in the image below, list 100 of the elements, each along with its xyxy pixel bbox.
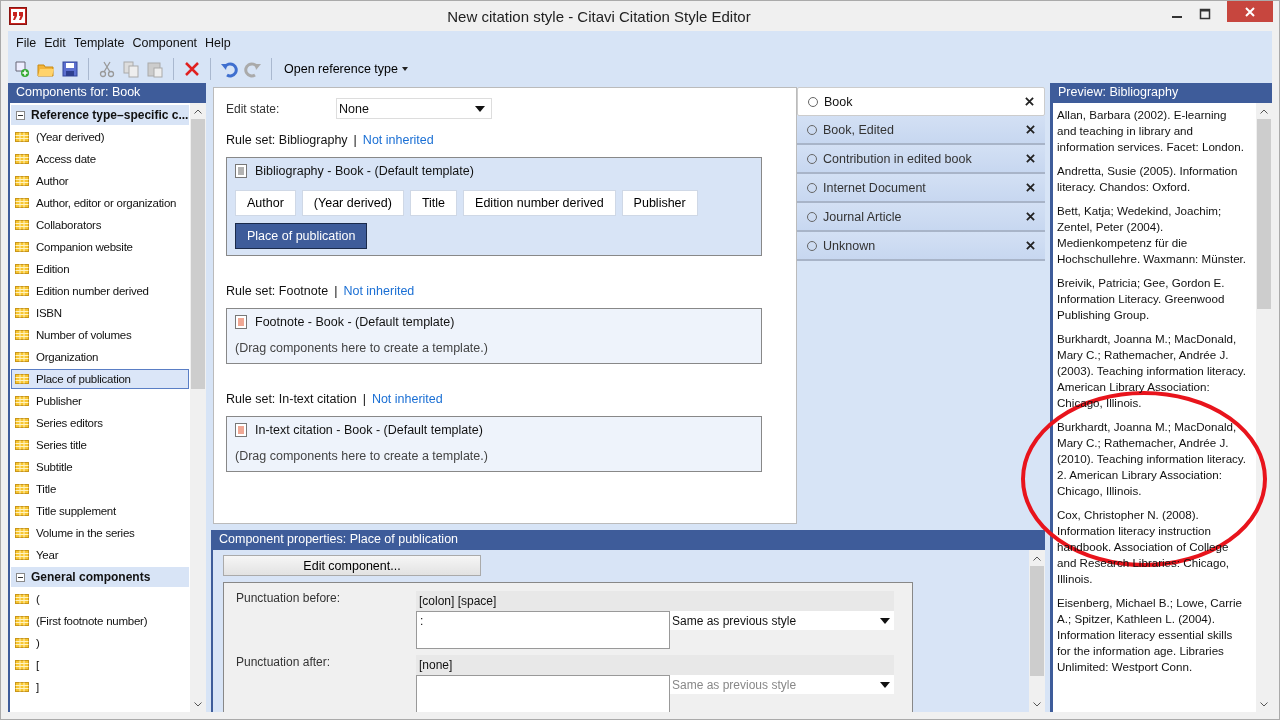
scroll-down-icon[interactable] (1260, 702, 1268, 707)
close-icon[interactable] (1026, 241, 1035, 250)
style-dropdown[interactable]: Same as previous style (670, 611, 894, 630)
field-list-item[interactable]: ( (11, 589, 189, 609)
scrollbar-thumb[interactable] (1257, 119, 1271, 309)
grid-icon (15, 263, 29, 275)
field-list-item[interactable]: (Year derived) (11, 127, 189, 147)
field-list-item[interactable]: Subtitle (11, 457, 189, 477)
separator-text: | (362, 392, 366, 406)
grid-icon (15, 395, 29, 407)
field-list-item[interactable]: Collaborators (11, 215, 189, 235)
undo-icon[interactable] (220, 60, 238, 78)
menu-item[interactable]: Help (201, 36, 235, 50)
field-list-item[interactable]: Title supplement (11, 501, 189, 521)
group-header[interactable]: General components (11, 567, 189, 587)
document-icon (235, 423, 247, 437)
field-label: Edit state: (226, 101, 281, 116)
grid-icon (15, 461, 29, 473)
grid-icon (15, 153, 29, 165)
field-list-item[interactable]: Series title (11, 435, 189, 455)
edit-component-button[interactable]: Edit component... (223, 555, 481, 576)
component-chip[interactable]: Publisher (621, 190, 698, 216)
field-list-item[interactable]: Author (11, 171, 189, 191)
not-inherited-link[interactable]: Not inherited (371, 392, 443, 406)
field-list-item[interactable]: Access date (11, 149, 189, 169)
document-icon (235, 315, 247, 329)
save-icon[interactable] (61, 60, 79, 78)
component-chip[interactable]: Title (409, 190, 458, 216)
group-header[interactable]: Reference type–specific c... (11, 105, 189, 125)
component-chip[interactable]: Place of publication (235, 223, 368, 249)
field-list-item[interactable]: Number of volumes (11, 325, 189, 345)
collapse-icon[interactable] (16, 572, 25, 582)
edit-state-dropdown[interactable]: None (336, 98, 492, 119)
close-icon[interactable] (1026, 183, 1035, 192)
panel-header: Preview: Bibliography (1057, 84, 1180, 101)
field-list-item[interactable]: Author, editor or organization (11, 193, 189, 213)
reference-type-tab[interactable]: Book (797, 87, 1045, 116)
field-list-item[interactable]: Series editors (11, 413, 189, 433)
field-list-item[interactable]: (First footnote number) (11, 611, 189, 631)
maximize-icon[interactable] (1199, 8, 1211, 20)
scroll-up-icon[interactable] (194, 109, 202, 114)
punctuation-field[interactable]: : (416, 611, 670, 649)
rule-set-label: Rule set: Bibliography (226, 133, 348, 147)
bibliography-entry: Bett, Katja; Wedekind, Joachim; Zentel, Peter (2004). Medienkompetenz für die Hochschullehre. Waxmann: Münster. (1057, 203, 1247, 267)
separator-text: | (353, 133, 357, 147)
scroll-up-icon[interactable] (1033, 556, 1041, 561)
field-list-item[interactable]: [ (11, 655, 189, 675)
new-document-icon[interactable] (13, 60, 31, 78)
scrollbar-thumb[interactable] (1030, 566, 1044, 676)
field-list-item[interactable]: ISBN (11, 303, 189, 323)
field-list-item[interactable]: Organization (11, 347, 189, 367)
field-list-item[interactable]: Edition (11, 259, 189, 279)
caret-icon (880, 681, 890, 688)
close-button[interactable] (1227, 1, 1273, 22)
reference-type-tab[interactable]: Internet Document (797, 174, 1045, 203)
grid-icon (15, 681, 29, 693)
reference-type-tab[interactable]: Journal Article (797, 203, 1045, 232)
field-list-item[interactable]: Edition number derived (11, 281, 189, 301)
menu-item[interactable]: Component (128, 36, 202, 50)
component-chip[interactable]: Author (235, 190, 296, 216)
field-list-item[interactable]: Year (11, 545, 189, 565)
not-inherited-link[interactable]: Not inherited (343, 284, 415, 298)
grid-icon (15, 659, 29, 671)
field-label: Punctuation after: (236, 655, 332, 671)
template-title: Bibliography - Book - (Default template) (255, 164, 474, 178)
grid-icon (15, 417, 29, 429)
panel-header: Components for: Book (15, 84, 142, 101)
open-reference-type-dropdown[interactable]: Open reference type (280, 62, 412, 76)
field-list-item[interactable]: Title (11, 479, 189, 499)
component-chip[interactable]: (Year derived) (301, 190, 404, 216)
close-icon[interactable] (1026, 212, 1035, 221)
field-list-item[interactable]: Companion website (11, 237, 189, 257)
field-list-item[interactable]: Volume in the series (11, 523, 189, 543)
separator-text: | (334, 284, 338, 298)
delete-icon[interactable] (183, 60, 201, 78)
menu-item[interactable]: Edit (40, 36, 70, 50)
field-list-item[interactable]: Publisher (11, 391, 189, 411)
menu-item[interactable]: File (12, 36, 41, 50)
not-inherited-link[interactable]: Not inherited (362, 133, 434, 147)
scroll-down-icon[interactable] (1033, 702, 1041, 707)
reference-type-tab[interactable]: Book, Edited (797, 116, 1045, 145)
reference-type-tab[interactable]: Unknown (797, 232, 1045, 261)
drop-hint: (Drag components here to create a template.) (235, 341, 489, 355)
scroll-up-icon[interactable] (1260, 109, 1268, 114)
menu-item[interactable]: Template (69, 36, 129, 50)
close-icon[interactable] (1026, 125, 1035, 134)
punctuation-field[interactable] (416, 675, 670, 712)
field-list-item[interactable]: ) (11, 633, 189, 653)
field-list-item[interactable]: ] (11, 677, 189, 697)
clipboard-icon[interactable] (146, 60, 164, 78)
reference-type-tab[interactable]: Contribution in edited book (797, 145, 1045, 174)
close-icon[interactable] (1025, 97, 1034, 106)
grid-icon (15, 373, 29, 385)
collapse-icon[interactable] (16, 110, 25, 120)
document-icon (235, 164, 247, 178)
field-list-item[interactable]: Place of publication (11, 369, 189, 389)
scrollbar-thumb[interactable] (191, 119, 205, 389)
close-icon[interactable] (1026, 154, 1035, 163)
component-chip[interactable]: Edition number derived (463, 190, 616, 216)
scroll-down-icon[interactable] (194, 702, 202, 707)
